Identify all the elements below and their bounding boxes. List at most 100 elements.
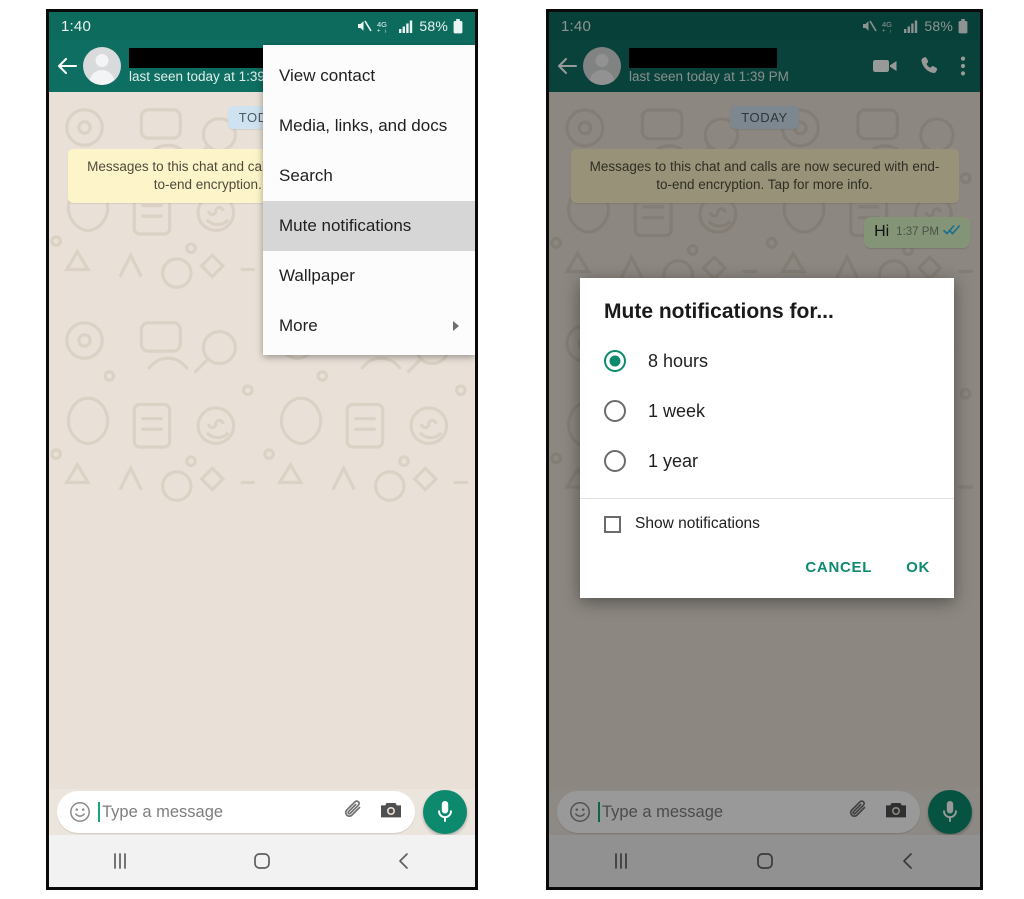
mute-icon <box>356 19 373 33</box>
status-icons: 4G + ↓ 58% <box>356 18 463 34</box>
svg-text:↓: ↓ <box>889 29 892 34</box>
back-arrow-icon[interactable] <box>55 53 81 79</box>
menu-item-label: More <box>279 316 318 335</box>
camera-icon[interactable] <box>379 800 403 825</box>
message-input-placeholder[interactable]: Type a message <box>102 803 327 822</box>
emoji-icon[interactable] <box>69 801 91 823</box>
message-time: 1:37 PM <box>896 226 939 239</box>
screen-left: 1:40 4G + ↓ 58% last seen today at 1:39 … <box>49 12 475 887</box>
svg-text:+: + <box>882 29 886 34</box>
microphone-icon <box>438 801 452 822</box>
radio-button[interactable] <box>604 400 626 422</box>
svg-text:+: + <box>377 29 381 34</box>
microphone-button[interactable] <box>928 790 972 834</box>
dialog-actions: CANCEL OK <box>580 537 954 598</box>
show-notifications-label: Show notifications <box>635 515 760 532</box>
camera-icon[interactable] <box>884 800 908 825</box>
back-arrow-icon[interactable] <box>555 53 581 79</box>
menu-item-more[interactable]: More <box>263 301 475 351</box>
message-text: Hi <box>874 223 890 241</box>
avatar-head <box>95 54 109 67</box>
cancel-button[interactable]: CANCEL <box>801 553 876 582</box>
ok-button[interactable]: OK <box>902 553 934 582</box>
contact-info[interactable]: last seen today at 1:39 PM <box>629 48 872 84</box>
avatar-head <box>595 54 609 67</box>
contact-name-redacted <box>129 48 277 68</box>
phone-left: 1:40 4G + ↓ 58% last seen today at 1:39 … <box>46 9 478 890</box>
radio-label: 8 hours <box>648 350 709 371</box>
radio-label: 1 week <box>648 400 706 421</box>
read-receipt-icon <box>943 223 961 241</box>
radio-option-1-week[interactable]: 1 week <box>580 386 954 436</box>
menu-item-mute-notifications[interactable]: Mute notifications <box>263 201 475 251</box>
status-bar-right: 1:40 4G + ↓ 58% <box>549 12 980 40</box>
network-4g-plus-icon: 4G + ↓ <box>377 19 394 33</box>
paperclip-icon[interactable] <box>341 798 365 827</box>
app-bar-right: last seen today at 1:39 PM <box>549 40 980 92</box>
message-bubble-outgoing[interactable]: Hi 1:37 PM <box>864 217 970 248</box>
composer-left: Type a message <box>49 789 475 835</box>
menu-item-label: Media, links, and docs <box>279 116 448 135</box>
overflow-menu[interactable]: View contact Media, links, and docs Sear… <box>263 45 475 355</box>
show-notifications-checkbox[interactable] <box>604 515 621 533</box>
status-icons: 4G + ↓ 58% <box>861 18 968 34</box>
menu-item-label: Search <box>279 166 333 185</box>
menu-item-wallpaper[interactable]: Wallpaper <box>263 251 475 301</box>
encryption-notice[interactable]: Messages to this chat and calls are now … <box>570 149 959 204</box>
signal-bars-icon <box>904 20 918 33</box>
mute-notifications-dialog: Mute notifications for... 8 hours 1 week… <box>580 278 954 598</box>
radio-button-selected[interactable] <box>604 350 626 372</box>
avatar[interactable] <box>583 47 621 85</box>
paperclip-icon[interactable] <box>846 798 870 827</box>
nav-home-button[interactable] <box>693 850 837 872</box>
radio-option-1-year[interactable]: 1 year <box>580 436 954 486</box>
nav-recents-button[interactable] <box>49 850 191 872</box>
status-bar-left: 1:40 4G + ↓ 58% <box>49 12 475 40</box>
menu-item-label: Mute notifications <box>279 216 412 235</box>
contact-last-seen: last seen today at 1:39 PM <box>629 69 789 84</box>
nav-bar-right <box>549 835 980 887</box>
screen-right: 1:40 4G + ↓ 58% last seen today at 1:39 … <box>549 12 980 887</box>
radio-button[interactable] <box>604 450 626 472</box>
signal-bars-icon <box>399 20 413 33</box>
mute-icon <box>861 19 878 33</box>
text-caret <box>98 802 100 822</box>
phone-right: 1:40 4G + ↓ 58% last seen today at 1:39 … <box>546 9 983 890</box>
menu-item-label: View contact <box>279 66 376 85</box>
avatar-body <box>89 70 115 85</box>
avatar[interactable] <box>83 47 121 85</box>
battery-percent: 58% <box>924 18 953 34</box>
svg-text:↓: ↓ <box>384 29 387 34</box>
app-bar-actions <box>872 55 970 77</box>
contact-name-redacted <box>629 48 777 68</box>
microphone-icon <box>943 801 957 822</box>
avatar-body <box>589 70 615 85</box>
network-4g-plus-icon: 4G + ↓ <box>882 19 899 33</box>
nav-bar-left <box>49 835 475 887</box>
text-caret <box>598 802 600 822</box>
menu-item-view-contact[interactable]: View contact <box>263 51 475 101</box>
radio-option-8-hours[interactable]: 8 hours <box>580 336 954 386</box>
show-notifications-row[interactable]: Show notifications <box>580 499 954 537</box>
nav-back-button[interactable] <box>333 850 475 872</box>
status-clock: 1:40 <box>61 17 91 35</box>
battery-percent: 58% <box>419 18 448 34</box>
nav-home-button[interactable] <box>191 850 333 872</box>
composer-right: Type a message <box>549 789 980 835</box>
message-input-pill[interactable]: Type a message <box>57 791 415 833</box>
dialog-title: Mute notifications for... <box>604 300 834 323</box>
day-separator: TODAY <box>730 106 799 129</box>
screenshot-stage: 1:40 4G + ↓ 58% last seen today at 1:39 … <box>0 0 1024 899</box>
voice-call-icon[interactable] <box>918 55 940 77</box>
overflow-menu-icon[interactable] <box>960 55 966 77</box>
menu-item-search[interactable]: Search <box>263 151 475 201</box>
nav-recents-button[interactable] <box>549 850 693 872</box>
video-call-icon[interactable] <box>872 57 898 75</box>
nav-back-button[interactable] <box>836 850 980 872</box>
emoji-icon[interactable] <box>569 801 591 823</box>
message-input-placeholder[interactable]: Type a message <box>602 803 832 822</box>
status-clock: 1:40 <box>561 17 591 35</box>
message-input-pill[interactable]: Type a message <box>557 791 920 833</box>
microphone-button[interactable] <box>423 790 467 834</box>
menu-item-media-links-docs[interactable]: Media, links, and docs <box>263 101 475 151</box>
